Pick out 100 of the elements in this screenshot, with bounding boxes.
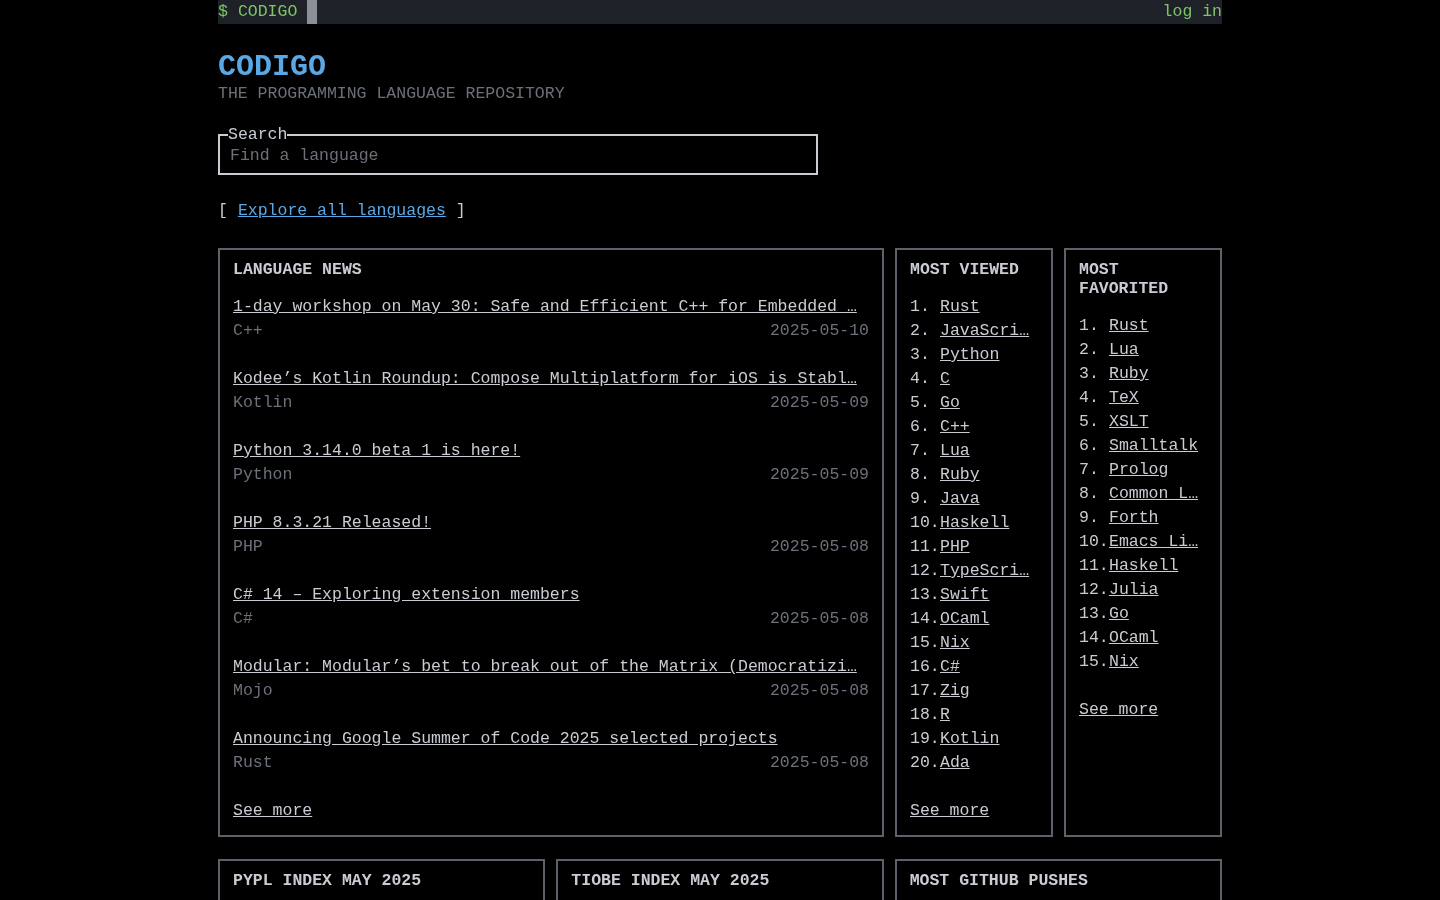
language-link[interactable]: Rust <box>940 295 980 319</box>
language-link[interactable]: OCaml <box>940 607 990 631</box>
news-date: 2025-05-08 <box>769 752 869 774</box>
rank-number: 16. <box>910 656 940 678</box>
language-link[interactable]: Ruby <box>940 463 980 487</box>
card-heading: MOST FAVORITED <box>1079 260 1170 298</box>
rank-number: 14. <box>1079 627 1109 649</box>
language-link[interactable]: Lua <box>940 439 970 463</box>
news-link[interactable]: Announcing Google Summer of Code 2025 selected projects <box>233 727 869 751</box>
news-date: 2025-05-10 <box>769 320 869 342</box>
language-link[interactable]: Julia <box>1109 578 1159 602</box>
news-link[interactable]: 1-day workshop on May 30: Safe and Efficient C++ for Embedded … <box>233 295 869 319</box>
search-box[interactable]: Search Find a language <box>218 126 818 175</box>
rank-number: 7. <box>1079 459 1100 481</box>
explore-link[interactable]: Explore all languages <box>237 199 446 223</box>
rank-number: 12. <box>910 560 940 582</box>
language-link[interactable]: Zig <box>940 679 970 703</box>
search-label: Search <box>228 126 288 144</box>
rank-number: 7. <box>910 440 931 462</box>
rank-number: 3. <box>910 344 931 366</box>
language-link[interactable]: R <box>940 703 950 727</box>
language-link[interactable]: Nix <box>940 631 970 655</box>
news-link[interactable]: PHP 8.3.21 Released! <box>233 511 869 535</box>
rank-number: 1. <box>910 296 931 318</box>
rank-number: 8. <box>910 464 931 486</box>
language-link[interactable]: Kotlin <box>940 727 1000 751</box>
see-more-link[interactable]: See more <box>910 799 990 823</box>
language-link[interactable]: Haskell <box>940 511 1010 535</box>
language-link[interactable]: Emacs Li… <box>1109 530 1199 554</box>
rank-number: 2. <box>910 320 931 342</box>
search-field[interactable]: Find a language <box>230 146 806 166</box>
card-heading: LANGUAGE NEWS <box>233 260 363 279</box>
site-title: CODIGO <box>218 50 328 84</box>
rank-number: 15. <box>1079 651 1109 673</box>
news-date: 2025-05-09 <box>769 464 869 486</box>
language-link[interactable]: C# <box>940 655 960 679</box>
rank-number: 19. <box>910 728 940 750</box>
news-date: 2025-05-09 <box>769 392 869 414</box>
rank-number: 6. <box>1079 435 1100 457</box>
news-date: 2025-05-08 <box>769 608 869 630</box>
rank-number: 18. <box>910 704 940 726</box>
rank-number: 6. <box>910 416 931 438</box>
language-link[interactable]: Lua <box>1109 338 1139 362</box>
rank-number: 3. <box>1079 363 1100 385</box>
language-link[interactable]: TypeScri… <box>940 559 1030 583</box>
language-link[interactable]: Go <box>1109 602 1129 626</box>
language-link[interactable]: Smalltalk <box>1109 434 1199 458</box>
language-link[interactable]: PHP <box>940 535 970 559</box>
news-language: PHP <box>233 536 263 558</box>
rank-number: 4. <box>1079 387 1100 409</box>
news-link[interactable]: Modular: Modular’s bet to break out of the Matrix (Democratizi… <box>233 655 869 679</box>
rank-number: 12. <box>1079 579 1109 601</box>
language-link[interactable]: Prolog <box>1109 458 1169 482</box>
news-language: C++ <box>233 320 263 342</box>
language-link[interactable]: Go <box>940 391 960 415</box>
bracket-text: ] <box>455 200 466 222</box>
language-link[interactable]: C++ <box>940 415 970 439</box>
rank-number: 10. <box>1079 531 1109 553</box>
rank-number: 14. <box>910 608 940 630</box>
language-link[interactable]: Nix <box>1109 650 1139 674</box>
language-link[interactable]: JavaScri… <box>940 319 1030 343</box>
language-link[interactable]: Ada <box>940 751 970 775</box>
language-link[interactable]: Python <box>940 343 1000 367</box>
rank-number: 9. <box>1079 507 1100 529</box>
see-more-link[interactable]: See more <box>1079 698 1159 722</box>
rank-number: 13. <box>910 584 940 606</box>
see-more-link[interactable]: See more <box>233 799 313 823</box>
news-link[interactable]: C# 14 – Exploring extension members <box>233 583 869 607</box>
language-link[interactable]: OCaml <box>1109 626 1159 650</box>
language-link[interactable]: Haskell <box>1109 554 1179 578</box>
bracket-text: [ <box>218 200 228 222</box>
rank-number: 11. <box>1079 555 1109 577</box>
news-language: Python <box>233 464 293 486</box>
news-language: Rust <box>233 752 273 774</box>
language-link[interactable]: Swift <box>940 583 990 607</box>
news-language: Mojo <box>233 680 273 702</box>
news-date: 2025-05-08 <box>769 536 869 558</box>
card-heading: PYPL INDEX MAY 2025 <box>233 871 423 890</box>
news-date: 2025-05-08 <box>769 680 869 702</box>
language-link[interactable]: Forth <box>1109 506 1159 530</box>
login-link[interactable]: log in <box>1162 0 1222 24</box>
brand-link[interactable]: CODIGO <box>237 0 298 24</box>
card-heading: MOST GITHUB PUSHES <box>909 871 1089 890</box>
news-link[interactable]: Kodee’s Kotlin Roundup: Compose Multiplatform for iOS is Stabl… <box>233 367 869 391</box>
language-link[interactable]: Rust <box>1109 314 1149 338</box>
prompt-text: $ <box>218 1 228 23</box>
card-heading: TIOBE INDEX MAY 2025 <box>571 871 771 890</box>
language-link[interactable]: Common L… <box>1109 482 1199 506</box>
news-language: Kotlin <box>233 392 293 414</box>
language-link[interactable]: Ruby <box>1109 362 1149 386</box>
language-link[interactable]: C <box>940 367 950 391</box>
card-heading: MOST VIEWED <box>910 260 1020 279</box>
site-subtitle: THE PROGRAMMING LANGUAGE REPOSITORY <box>218 84 566 104</box>
language-link[interactable]: XSLT <box>1109 410 1149 434</box>
language-link[interactable]: TeX <box>1109 386 1139 410</box>
rank-number: 4. <box>910 368 931 390</box>
rank-number: 20. <box>910 752 940 774</box>
language-link[interactable]: Java <box>940 487 980 511</box>
rank-number: 17. <box>910 680 940 702</box>
news-link[interactable]: Python 3.14.0 beta 1 is here! <box>233 439 869 463</box>
